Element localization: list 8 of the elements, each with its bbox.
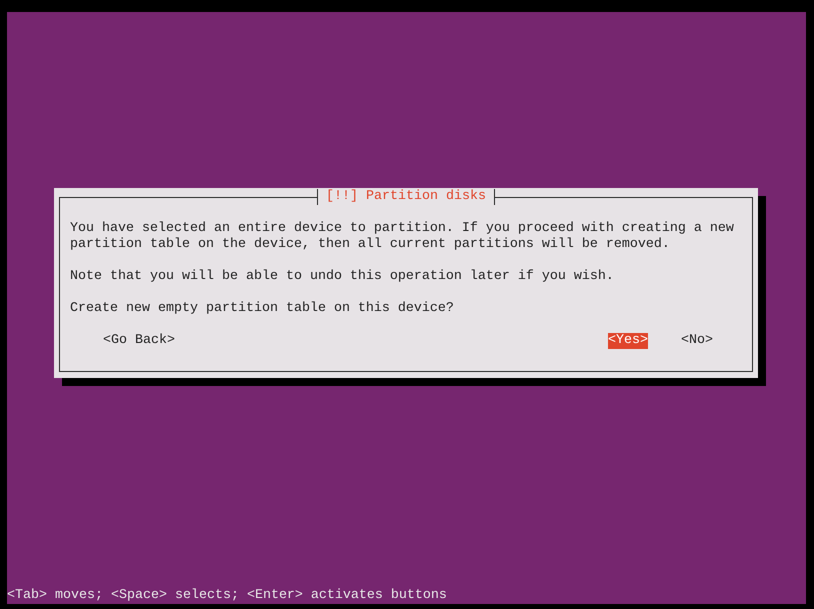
dialog-text: You have selected an entire device to partition. If you proceed with creating a new partition table on the device, then all current partitions will be removed. [70,221,735,253]
dialog-button[interactable]: <Go Back> [103,333,175,349]
dialog-text: Note that you will be able to undo this operation later if you wish. [70,269,615,285]
dialog-button[interactable]: <No> [681,333,713,349]
status-text: <Tab> moves; <Space> selects; <Enter> activates buttons [7,588,447,603]
dialog-title: [!!] Partition disks [317,189,495,205]
dialog-text: Create new empty partition table on this device? [70,301,455,317]
dialog-button[interactable]: <Yes> [608,333,648,349]
